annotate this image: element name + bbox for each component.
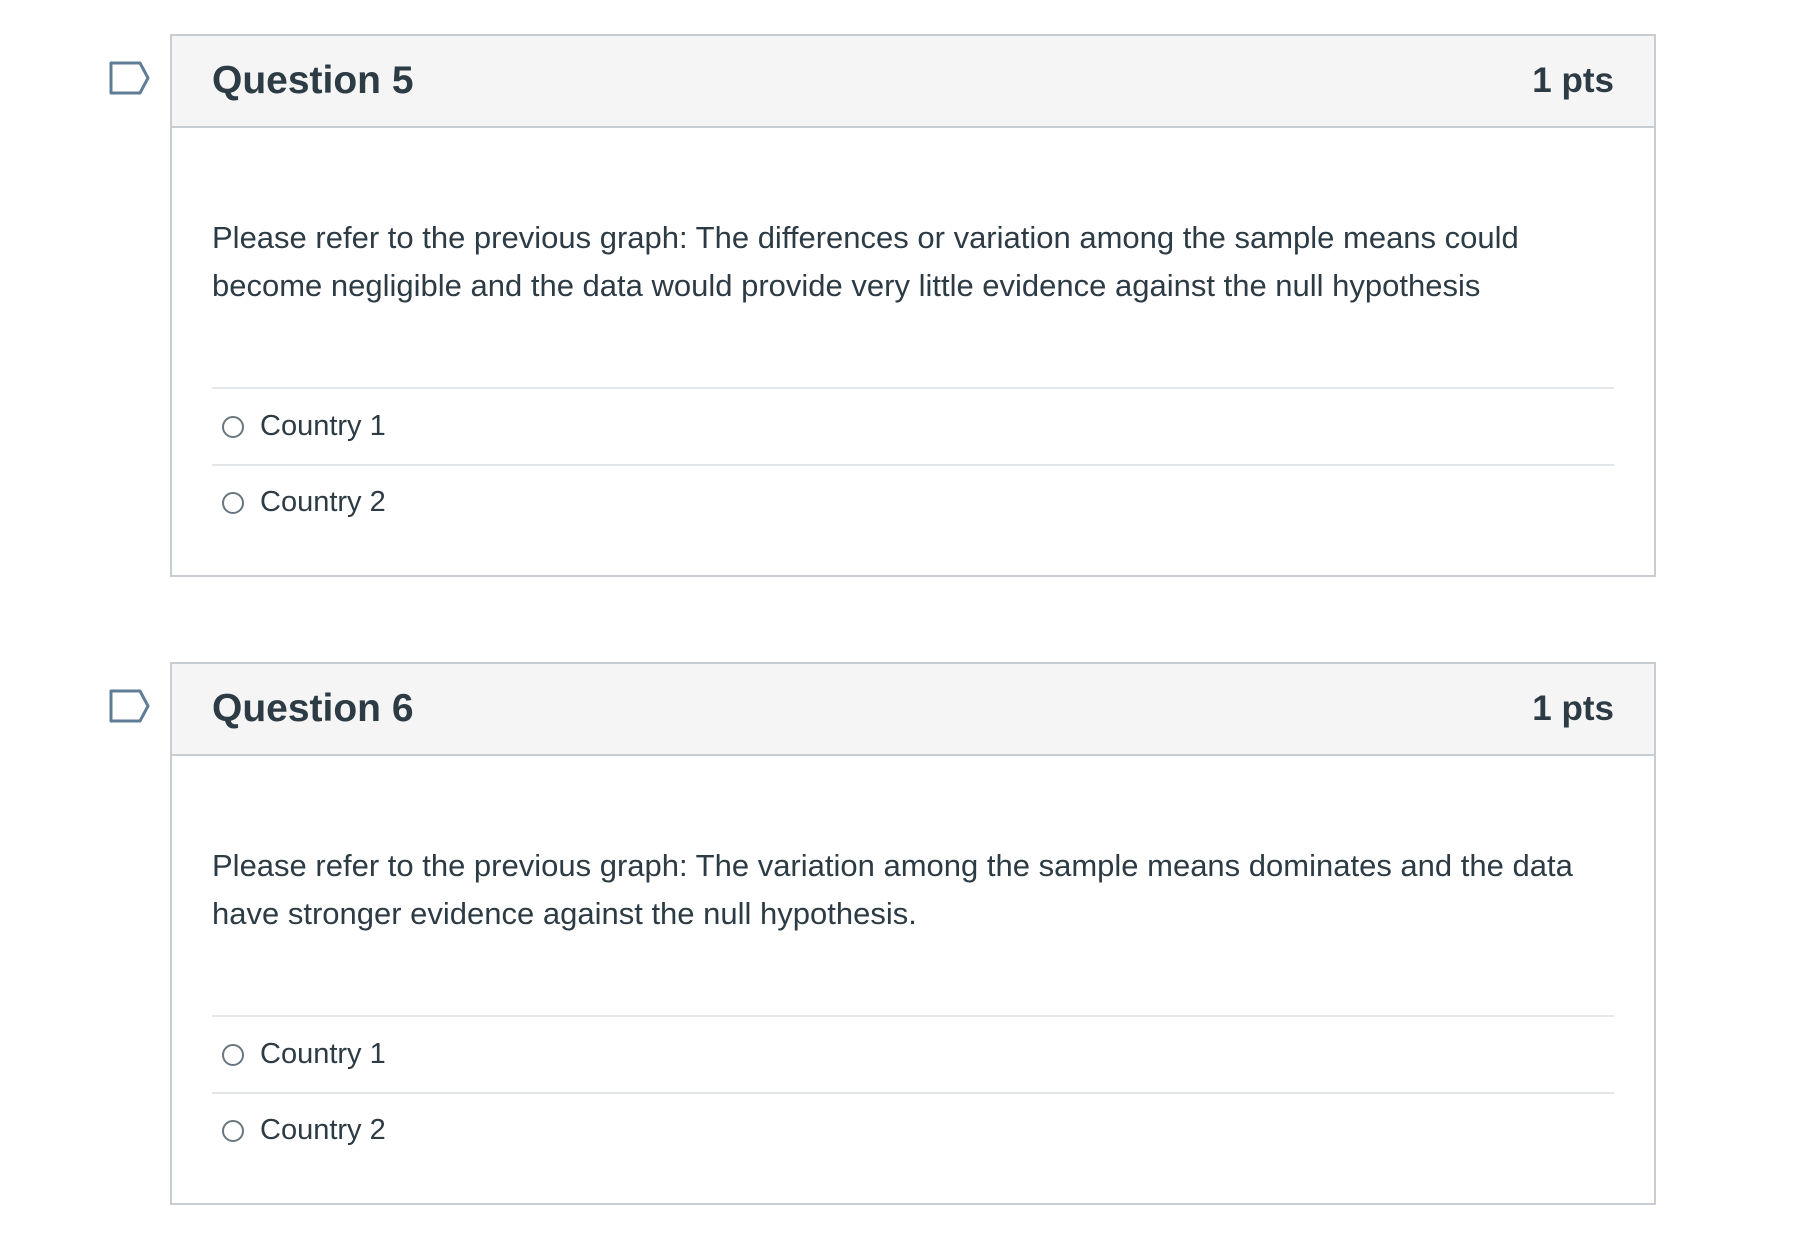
answer-option[interactable]: Country 2 — [212, 464, 1614, 539]
answer-label: Country 2 — [260, 1114, 386, 1146]
question-title: Question 5 — [212, 59, 414, 102]
flag-question-icon[interactable] — [108, 688, 152, 724]
question-header: Question 5 1 pts — [172, 36, 1654, 128]
question-title: Question 6 — [212, 687, 414, 730]
radio-button[interactable] — [222, 491, 244, 514]
question-body: Please refer to the previous graph: The … — [172, 128, 1654, 539]
question-card: Question 5 1 pts Please refer to the pre… — [170, 34, 1656, 577]
answer-label: Country 2 — [260, 486, 386, 518]
question-text: Please refer to the previous graph: The … — [212, 220, 1519, 303]
answer-option[interactable]: Country 2 — [212, 1092, 1614, 1167]
question-body: Please refer to the previous graph: The … — [172, 756, 1654, 1167]
answer-list: Country 1 Country 2 — [212, 1015, 1614, 1167]
question-text: Please refer to the previous graph: The … — [212, 848, 1573, 931]
radio-button[interactable] — [222, 1119, 244, 1142]
answer-option[interactable]: Country 1 — [212, 1017, 1614, 1092]
question-points: 1 pts — [1532, 689, 1614, 728]
question-points: 1 pts — [1532, 61, 1614, 100]
answer-label: Country 1 — [260, 410, 386, 442]
radio-button[interactable] — [222, 415, 244, 438]
quiz-page: Question 5 1 pts Please refer to the pre… — [0, 0, 1794, 1252]
answer-list: Country 1 Country 2 — [212, 387, 1614, 539]
question-card: Question 6 1 pts Please refer to the pre… — [170, 662, 1656, 1205]
answer-option[interactable]: Country 1 — [212, 389, 1614, 464]
flag-question-icon[interactable] — [108, 60, 152, 96]
radio-button[interactable] — [222, 1043, 244, 1066]
question-header: Question 6 1 pts — [172, 664, 1654, 756]
answer-label: Country 1 — [260, 1038, 386, 1070]
